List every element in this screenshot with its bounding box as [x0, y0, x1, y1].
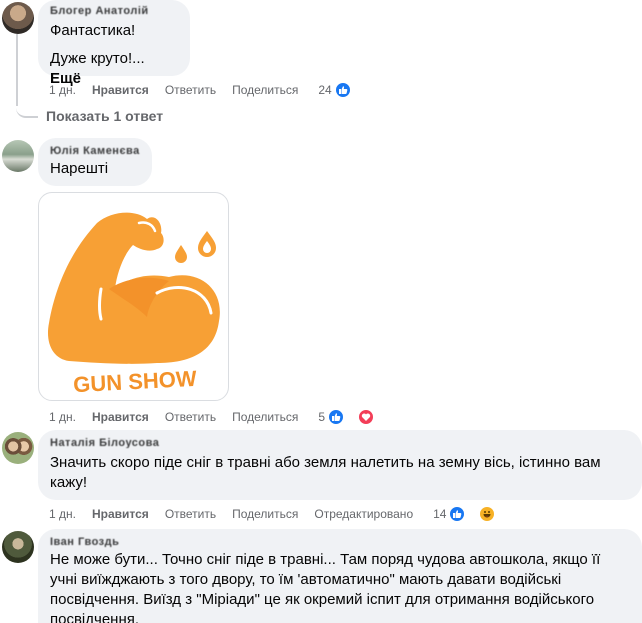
reply-button[interactable]: Ответить	[165, 507, 216, 521]
avatar[interactable]	[2, 432, 34, 464]
comment-author[interactable]: Блогер Анатолій	[50, 6, 178, 16]
reaction-count[interactable]: 14	[433, 507, 446, 521]
comment-author[interactable]: Юлія Каменєва	[50, 146, 140, 156]
like-button[interactable]: Нравится	[92, 83, 149, 97]
comment-bubble: Наталія Білоусова Значить скоро піде сні…	[38, 430, 642, 500]
comment-time[interactable]: 1 дн.	[49, 83, 76, 97]
comment-time[interactable]: 1 дн.	[49, 507, 76, 521]
sticker-image[interactable]: GUN SHOW	[38, 192, 229, 401]
comment-text: Не може бути... Точно сніг піде в травні…	[50, 551, 601, 623]
haha-reaction-icon	[478, 505, 497, 523]
avatar[interactable]	[2, 531, 34, 563]
like-reaction-icon	[333, 81, 352, 99]
comment-text: Значить скоро піде сніг в травні або зем…	[50, 454, 601, 491]
preview-text: Дуже круто!...	[50, 50, 145, 67]
comment-bubble: Блогер Анатолій Фантастика! Дуже круто!.…	[38, 0, 190, 87]
like-reaction-icon	[448, 505, 467, 523]
reply-button[interactable]: Ответить	[165, 83, 216, 97]
comment-actions: 1 дн. Нравится Ответить Поделиться Отред…	[49, 505, 512, 523]
comment-author[interactable]: Іван Гвоздь	[50, 537, 630, 547]
thread-connector	[16, 96, 38, 118]
reaction-count[interactable]: 5	[318, 410, 325, 424]
reply-button[interactable]: Ответить	[165, 410, 216, 424]
comment-time[interactable]: 1 дн.	[49, 410, 76, 424]
reaction-icons[interactable]	[327, 408, 391, 426]
reaction-icons[interactable]	[333, 81, 368, 99]
avatar[interactable]	[2, 2, 34, 34]
flexed-arm-sticker: GUN SHOW	[47, 212, 220, 397]
like-button[interactable]: Нравится	[92, 507, 149, 521]
comment-bubble: Юлія Каменєва Нарешті	[38, 138, 152, 186]
comment-author[interactable]: Наталія Білоусова	[50, 438, 630, 448]
show-replies-link[interactable]: Показать 1 ответ	[46, 108, 163, 124]
love-reaction-icon	[357, 408, 376, 426]
share-button[interactable]: Поделиться	[232, 83, 298, 97]
share-button[interactable]: Поделиться	[232, 410, 298, 424]
comment-bubble: Іван Гвоздь Не може бути... Точно сніг п…	[38, 529, 642, 623]
like-button[interactable]: Нравится	[92, 410, 149, 424]
reaction-icons[interactable]	[448, 505, 512, 523]
avatar[interactable]	[2, 140, 34, 172]
comment-text: Нарешті	[50, 160, 109, 177]
comment-actions: 1 дн. Нравится Ответить Поделиться 5	[49, 408, 391, 426]
like-reaction-icon	[327, 408, 346, 426]
sticker-caption: GUN SHOW	[73, 366, 198, 397]
edited-label[interactable]: Отредактировано	[314, 507, 413, 521]
comment-actions: 1 дн. Нравится Ответить Поделиться 24	[49, 81, 368, 99]
reaction-count[interactable]: 24	[318, 83, 331, 97]
comment-text: Фантастика!	[50, 22, 136, 39]
share-button[interactable]: Поделиться	[232, 507, 298, 521]
